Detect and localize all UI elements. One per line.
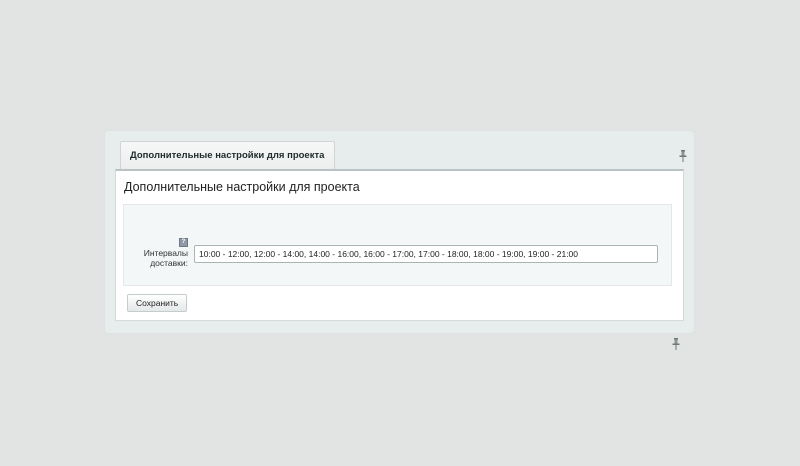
settings-panel: Дополнительные настройки для проекта Доп…: [105, 131, 694, 350]
label-line-2: доставки:: [150, 258, 188, 268]
delivery-intervals-input[interactable]: [194, 245, 658, 263]
save-button[interactable]: Сохранить: [127, 294, 188, 312]
label-line-1: Интервалы: [143, 248, 188, 258]
settings-content: Дополнительные настройки для проекта ? И…: [115, 169, 684, 350]
tab-bar: Дополнительные настройки для проекта: [115, 141, 687, 170]
tab-project-settings[interactable]: Дополнительные настройки для проекта: [120, 141, 336, 170]
pin-icon[interactable]: [678, 149, 688, 162]
help-icon[interactable]: ?: [179, 238, 188, 247]
page-title: Дополнительные настройки для проекта: [124, 180, 360, 194]
delivery-intervals-label: Интервалы доставки:: [130, 248, 188, 268]
settings-fieldset: ? Интервалы доставки:: [123, 204, 672, 286]
pin-icon[interactable]: [671, 337, 681, 350]
